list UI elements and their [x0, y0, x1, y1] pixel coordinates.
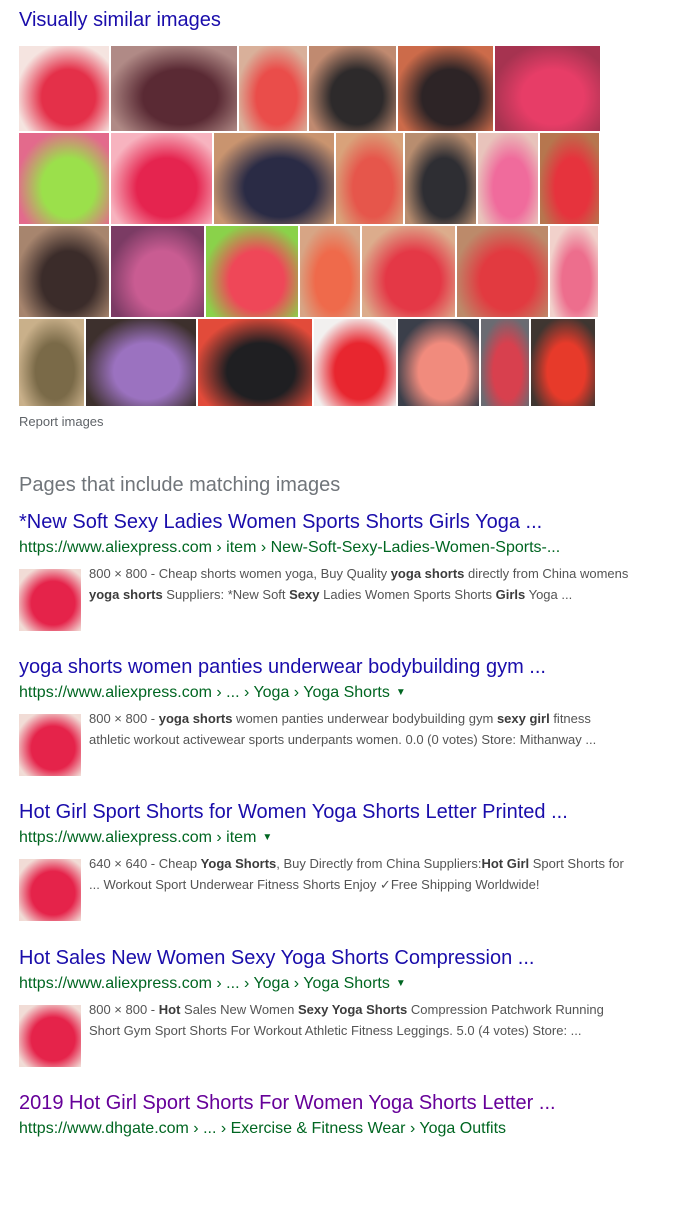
result-url-text: https://www.dhgate.com › ... › Exercise … — [19, 1120, 507, 1137]
result-snippet: 640 × 640 - Cheap Yoga Shorts, Buy Direc… — [89, 856, 624, 892]
image-row — [19, 133, 599, 224]
thumb-4-1[interactable] — [19, 319, 84, 406]
result-url: https://www.aliexpress.com › ... › Yoga … — [19, 682, 659, 704]
image-row — [19, 226, 599, 317]
result-thumbnail[interactable] — [19, 1005, 81, 1067]
thumb-4-5[interactable] — [398, 319, 479, 406]
thumb-4-2[interactable] — [86, 319, 196, 406]
result-snippet: 800 × 800 - Hot Sales New Women Sexy Yog… — [89, 1002, 604, 1038]
result-title-link[interactable]: *New Soft Sexy Ladies Women Sports Short… — [19, 510, 659, 534]
result-title-link[interactable]: Hot Girl Sport Shorts for Women Yoga Sho… — [19, 800, 659, 824]
thumb-4-6[interactable] — [481, 319, 529, 406]
result-title-link[interactable]: 2019 Hot Girl Sport Shorts For Women Yog… — [19, 1091, 659, 1115]
result-thumbnail[interactable] — [19, 859, 81, 921]
thumb-3-4[interactable] — [300, 226, 360, 317]
result-body: 800 × 800 - Cheap shorts women yoga, Buy… — [19, 563, 659, 631]
search-result: *New Soft Sexy Ladies Women Sports Short… — [19, 510, 659, 631]
result-url-text: https://www.aliexpress.com › ... › Yoga … — [19, 684, 390, 701]
thumb-1-5[interactable] — [398, 46, 493, 131]
caret-down-icon[interactable]: ▼ — [396, 978, 406, 989]
thumb-3-6[interactable] — [457, 226, 548, 317]
report-images-link[interactable]: Report images — [19, 414, 104, 429]
thumb-1-3[interactable] — [239, 46, 307, 131]
result-title-link[interactable]: Hot Sales New Women Sexy Yoga Shorts Com… — [19, 946, 659, 970]
result-url: https://www.aliexpress.com › item ▼ — [19, 827, 659, 849]
result-thumbnail[interactable] — [19, 714, 81, 776]
image-row — [19, 46, 600, 131]
thumb-2-7[interactable] — [540, 133, 599, 224]
search-result: Hot Girl Sport Shorts for Women Yoga Sho… — [19, 800, 659, 921]
thumb-3-2[interactable] — [111, 226, 204, 317]
thumb-2-2[interactable] — [111, 133, 212, 224]
search-result: 2019 Hot Girl Sport Shorts For Women Yog… — [19, 1091, 659, 1140]
thumb-3-5[interactable] — [362, 226, 455, 317]
thumb-3-1[interactable] — [19, 226, 109, 317]
thumb-1-2[interactable] — [111, 46, 237, 131]
result-title-link[interactable]: yoga shorts women panties underwear body… — [19, 655, 659, 679]
result-body: 640 × 640 - Cheap Yoga Shorts, Buy Direc… — [19, 853, 659, 921]
result-url: https://www.aliexpress.com › item › New-… — [19, 537, 659, 559]
thumb-2-4[interactable] — [336, 133, 403, 224]
thumb-2-5[interactable] — [405, 133, 476, 224]
pages-section-title: Pages that include matching images — [19, 474, 341, 496]
thumb-2-1[interactable] — [19, 133, 109, 224]
thumb-1-4[interactable] — [309, 46, 396, 131]
thumb-2-6[interactable] — [478, 133, 538, 224]
result-url-text: https://www.aliexpress.com › item › New-… — [19, 539, 561, 556]
result-url-text: https://www.aliexpress.com › ... › Yoga … — [19, 975, 390, 992]
result-body: 800 × 800 - yoga shorts women panties un… — [19, 708, 659, 776]
result-thumbnail[interactable] — [19, 569, 81, 631]
result-url-text: https://www.aliexpress.com › item — [19, 829, 257, 846]
search-result: Hot Sales New Women Sexy Yoga Shorts Com… — [19, 946, 659, 1067]
caret-down-icon[interactable]: ▼ — [396, 687, 406, 698]
thumb-3-3[interactable] — [206, 226, 298, 317]
result-url: https://www.aliexpress.com › ... › Yoga … — [19, 973, 659, 995]
result-body: 800 × 800 - Hot Sales New Women Sexy Yog… — [19, 999, 659, 1067]
result-url: https://www.dhgate.com › ... › Exercise … — [19, 1118, 659, 1140]
search-result: yoga shorts women panties underwear body… — [19, 655, 659, 776]
result-snippet: 800 × 800 - Cheap shorts women yoga, Buy… — [89, 566, 629, 602]
thumb-4-4[interactable] — [314, 319, 396, 406]
result-snippet: 800 × 800 - yoga shorts women panties un… — [89, 711, 597, 747]
thumb-4-7[interactable] — [531, 319, 595, 406]
thumb-3-7[interactable] — [550, 226, 598, 317]
thumb-1-6[interactable] — [495, 46, 600, 131]
image-row — [19, 319, 599, 406]
caret-down-icon[interactable]: ▼ — [262, 832, 272, 843]
thumb-4-3[interactable] — [198, 319, 312, 406]
thumb-2-3[interactable] — [214, 133, 334, 224]
thumb-1-1[interactable] — [19, 46, 109, 131]
visually-similar-title[interactable]: Visually similar images — [19, 9, 221, 32]
